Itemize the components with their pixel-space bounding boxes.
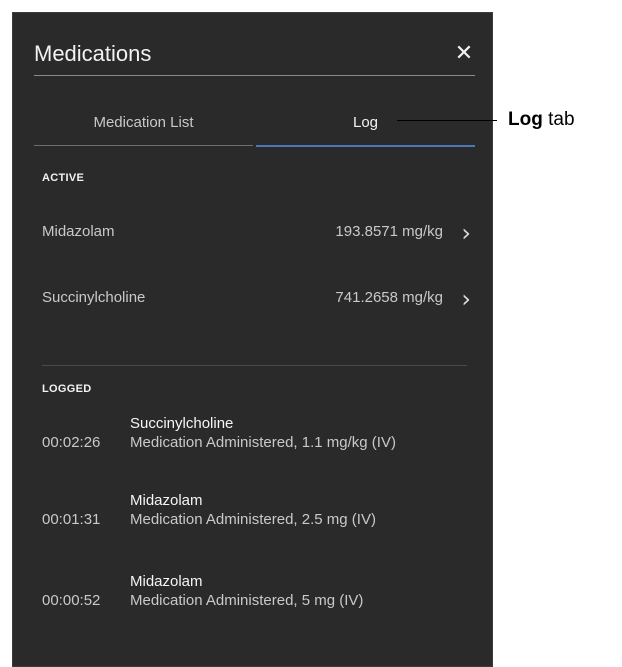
logged-section-label: LOGGED: [42, 383, 92, 395]
log-entry: 00:01:31 Midazolam Medication Administer…: [42, 490, 482, 536]
chevron-right-icon: ›: [461, 285, 471, 313]
callout-bold: Log: [508, 109, 543, 130]
log-time: 00:00:52: [42, 592, 101, 609]
log-entry: 00:02:26 Succinylcholine Medication Admi…: [42, 413, 482, 459]
active-section-label: ACTIVE: [42, 172, 85, 184]
log-time: 00:01:31: [42, 511, 101, 528]
log-med-name: Midazolam: [130, 573, 203, 590]
log-med-name: Midazolam: [130, 492, 203, 509]
med-dose: 741.2658 mg/kg: [335, 289, 443, 306]
panel-header: Medications ✕: [34, 41, 475, 76]
log-tab-callout: Log tab: [508, 109, 575, 131]
log-med-name: Succinylcholine: [130, 415, 234, 432]
chevron-right-icon: ›: [461, 219, 471, 247]
section-divider: [42, 365, 467, 366]
tab-log[interactable]: Log: [256, 113, 475, 147]
panel-title: Medications: [34, 41, 152, 66]
tab-bar: Medication List Log: [34, 113, 475, 147]
log-detail: Medication Administered, 5 mg (IV): [130, 592, 364, 609]
log-detail: Medication Administered, 2.5 mg (IV): [130, 511, 376, 528]
med-name: Midazolam: [42, 223, 115, 240]
close-icon[interactable]: ✕: [453, 41, 475, 65]
med-name: Succinylcholine: [42, 289, 146, 306]
medications-panel: Medications ✕ Medication List Log ACTIVE…: [12, 12, 493, 667]
log-entry: 00:00:52 Midazolam Medication Administer…: [42, 571, 482, 617]
tab-medication-list[interactable]: Medication List: [34, 113, 253, 146]
active-med-row[interactable]: Succinylcholine 741.2658 mg/kg ›: [42, 285, 475, 313]
callout-leader-line: [397, 120, 497, 121]
log-time: 00:02:26: [42, 434, 101, 451]
callout-rest: tab: [542, 109, 575, 130]
log-detail: Medication Administered, 1.1 mg/kg (IV): [130, 434, 396, 451]
med-dose: 193.8571 mg/kg: [335, 223, 443, 240]
active-med-row[interactable]: Midazolam 193.8571 mg/kg ›: [42, 219, 475, 247]
